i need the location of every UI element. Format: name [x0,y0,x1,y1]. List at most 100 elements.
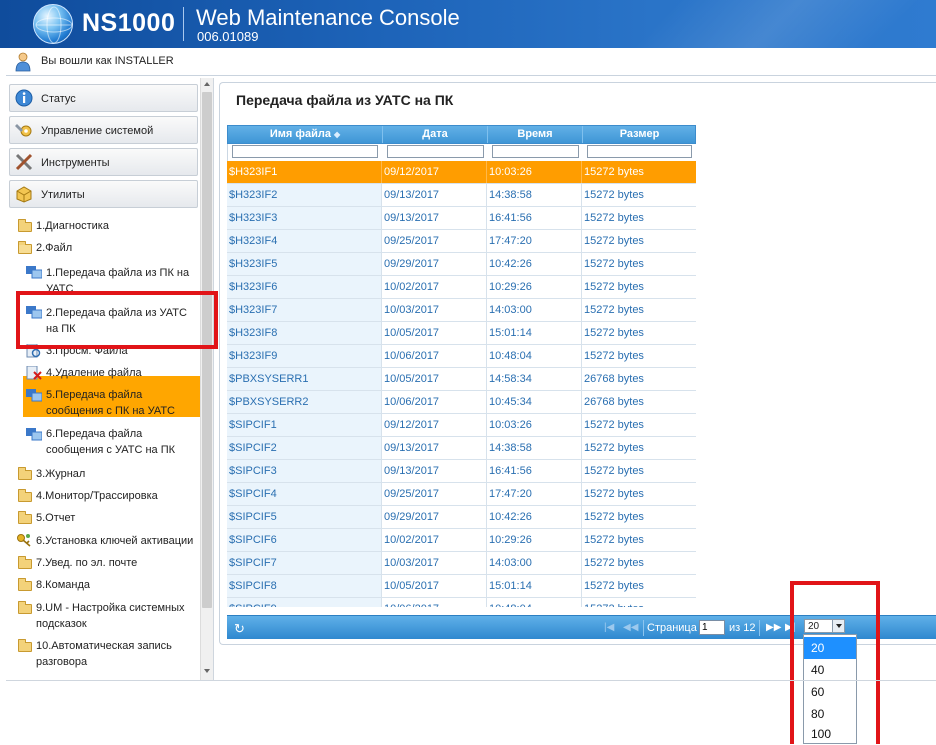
file-grid: Имя файла ◆ Дата Время Размер $H323IF1 09… [227,125,936,615]
cell-size: 15272 bytes [584,304,644,316]
cell-time: 10:29:26 [487,276,582,298]
menu-utilities-button[interactable]: Утилиты [9,180,198,208]
cell-filename: $SIPCIF7 [227,552,382,574]
filter-date-input[interactable] [387,145,484,158]
cell-filename: $H323IF3 [227,207,382,229]
box-icon [16,186,32,203]
tree-item-activation-keys[interactable]: 6.Установка ключей активации [36,533,193,549]
cell-filename: $PBXSYSERR2 [227,391,382,413]
table-row[interactable]: $SIPCIF6 10/02/2017 10:29:26 15272 bytes [227,529,696,552]
file-transfer-icon [26,428,42,441]
table-row[interactable]: $H323IF9 10/06/2017 10:48:04 15272 bytes [227,345,696,368]
table-row[interactable]: $H323IF2 09/13/2017 14:38:58 15272 bytes [227,184,696,207]
menu-tools-button[interactable]: Инструменты [9,148,198,176]
cell-date: 10/02/2017 [382,276,487,298]
pager-separator [759,620,760,636]
column-header-size[interactable]: Размер [583,126,696,143]
app-title: Web Maintenance Console [196,5,460,30]
sidebar-scrollbar[interactable] [200,78,213,680]
cell-time: 15:01:14 [487,575,582,597]
highlight-box-pagesize [790,581,880,744]
cell-filename: $SIPCIF1 [227,414,382,436]
column-header-date[interactable]: Дата [383,126,488,143]
cell-time: 15:01:14 [487,322,582,344]
table-row[interactable]: $PBXSYSERR2 10/06/2017 10:45:34 26768 bytes [227,391,696,414]
header-divider [183,7,184,41]
tree-item-report[interactable]: 5.Отчет [36,510,75,526]
cell-time: 14:38:58 [487,437,582,459]
scroll-up-icon[interactable] [204,82,210,86]
filter-time-input[interactable] [492,145,579,158]
first-page-icon[interactable]: |◀ [604,622,614,633]
logged-in-text: Вы вошли как INSTALLER [41,55,174,67]
table-row[interactable]: $H323IF1 09/12/2017 10:03:26 15272 bytes [227,161,696,184]
filter-filename-input[interactable] [232,145,378,158]
cell-filename: $SIPCIF3 [227,460,382,482]
next-page-icon[interactable]: ▶▶ [766,622,781,633]
cell-time: 10:29:26 [487,529,582,551]
tree-item-command[interactable]: 8.Команда [36,577,90,593]
cell-time: 14:03:00 [487,552,582,574]
menu-system-control-label: Управление системой [41,125,154,137]
info-icon [15,89,33,107]
table-row[interactable]: $SIPCIF8 10/05/2017 15:01:14 15272 bytes [227,575,696,598]
tree-item-diagnostics[interactable]: 1.Диагностика [36,218,109,234]
grid-header: Имя файла ◆ Дата Время Размер [227,125,696,144]
column-header-filename[interactable]: Имя файла ◆ [228,126,383,143]
menu-system-control-button[interactable]: Управление системой [9,116,198,144]
menu-status-button[interactable]: Статус [9,84,198,112]
table-row[interactable]: $SIPCIF5 09/29/2017 10:42:26 15272 bytes [227,506,696,529]
app-version: 006.01089 [197,29,259,44]
scroll-down-icon[interactable] [204,669,210,673]
page-number-input[interactable] [699,620,725,635]
tree-item-monitor-trace[interactable]: 4.Монитор/Трассировка [36,488,158,504]
table-row[interactable]: $SIPCIF7 10/03/2017 14:03:00 15272 bytes [227,552,696,575]
page-count-label: из 12 [729,622,756,634]
cell-date: 09/29/2017 [382,506,487,528]
folder-icon [18,219,32,232]
cell-time: 10:48:04 [487,345,582,367]
table-row[interactable]: $SIPCIF1 09/12/2017 10:03:26 15272 bytes [227,414,696,437]
page-label: Страница [647,622,697,634]
cell-filename: $SIPCIF9 [227,598,382,607]
user-icon [15,52,31,72]
table-row[interactable]: $H323IF4 09/25/2017 17:47:20 15272 bytes [227,230,696,253]
tree-item-email-notify[interactable]: 7.Увед. по эл. почте [36,555,137,571]
prev-page-icon[interactable]: ◀◀ [623,622,638,633]
cell-time: 10:42:26 [487,253,582,275]
cell-size: 15272 bytes [584,281,644,293]
table-row[interactable]: $H323IF3 09/13/2017 16:41:56 15272 bytes [227,207,696,230]
table-row[interactable]: $SIPCIF2 09/13/2017 14:38:58 15272 bytes [227,437,696,460]
table-row[interactable]: $SIPCIF910/06/201710:48:0415272 bytes [227,598,696,607]
column-header-time[interactable]: Время [488,126,583,143]
table-row[interactable]: $H323IF8 10/05/2017 15:01:14 15272 bytes [227,322,696,345]
table-row[interactable]: $H323IF7 10/03/2017 14:03:00 15272 bytes [227,299,696,322]
filter-size-input[interactable] [587,145,692,158]
cell-size: 15272 bytes [584,189,644,201]
table-row[interactable]: $PBXSYSERR1 10/05/2017 14:58:34 26768 bytes [227,368,696,391]
tools-icon [15,153,33,171]
cell-date: 09/13/2017 [382,207,487,229]
cell-size: 15272 bytes [584,235,644,247]
cell-time: 17:47:20 [487,230,582,252]
cell-filename: $H323IF4 [227,230,382,252]
tree-item-um-prompts[interactable]: 9.UM - Настройка системных подсказок [36,600,196,632]
table-row[interactable]: $H323IF6 10/02/2017 10:29:26 15272 bytes [227,276,696,299]
refresh-icon[interactable]: ↻ [234,621,245,637]
table-row[interactable]: $SIPCIF3 09/13/2017 16:41:56 15272 bytes [227,460,696,483]
table-row[interactable]: $SIPCIF4 09/25/2017 17:47:20 15272 bytes [227,483,696,506]
cell-time: 10:03:26 [487,161,582,183]
tree-item-transfer-msg-pc-to-pbx[interactable]: 5.Передача файла сообщения с ПК на УАТС [46,387,196,419]
cell-size: 15272 bytes [582,598,695,607]
table-row[interactable]: $H323IF5 09/29/2017 10:42:26 15272 bytes [227,253,696,276]
tree-item-file[interactable]: 2.Файл [36,240,72,256]
cell-time: 14:03:00 [487,299,582,321]
tree-item-transfer-msg-pbx-to-pc[interactable]: 6.Передача файла сообщения с УАТС на ПК [46,426,196,458]
scrollbar-thumb[interactable] [202,92,212,608]
tree-item-auto-recording[interactable]: 10.Автоматическая запись разговора [36,638,196,670]
cell-time: 14:38:58 [487,184,582,206]
tree-item-log[interactable]: 3.Журнал [36,466,85,482]
cell-time: 10:03:26 [487,414,582,436]
bottom-divider [6,680,936,681]
tree-item-delete-file[interactable]: 4.Удаление файла [46,365,142,381]
